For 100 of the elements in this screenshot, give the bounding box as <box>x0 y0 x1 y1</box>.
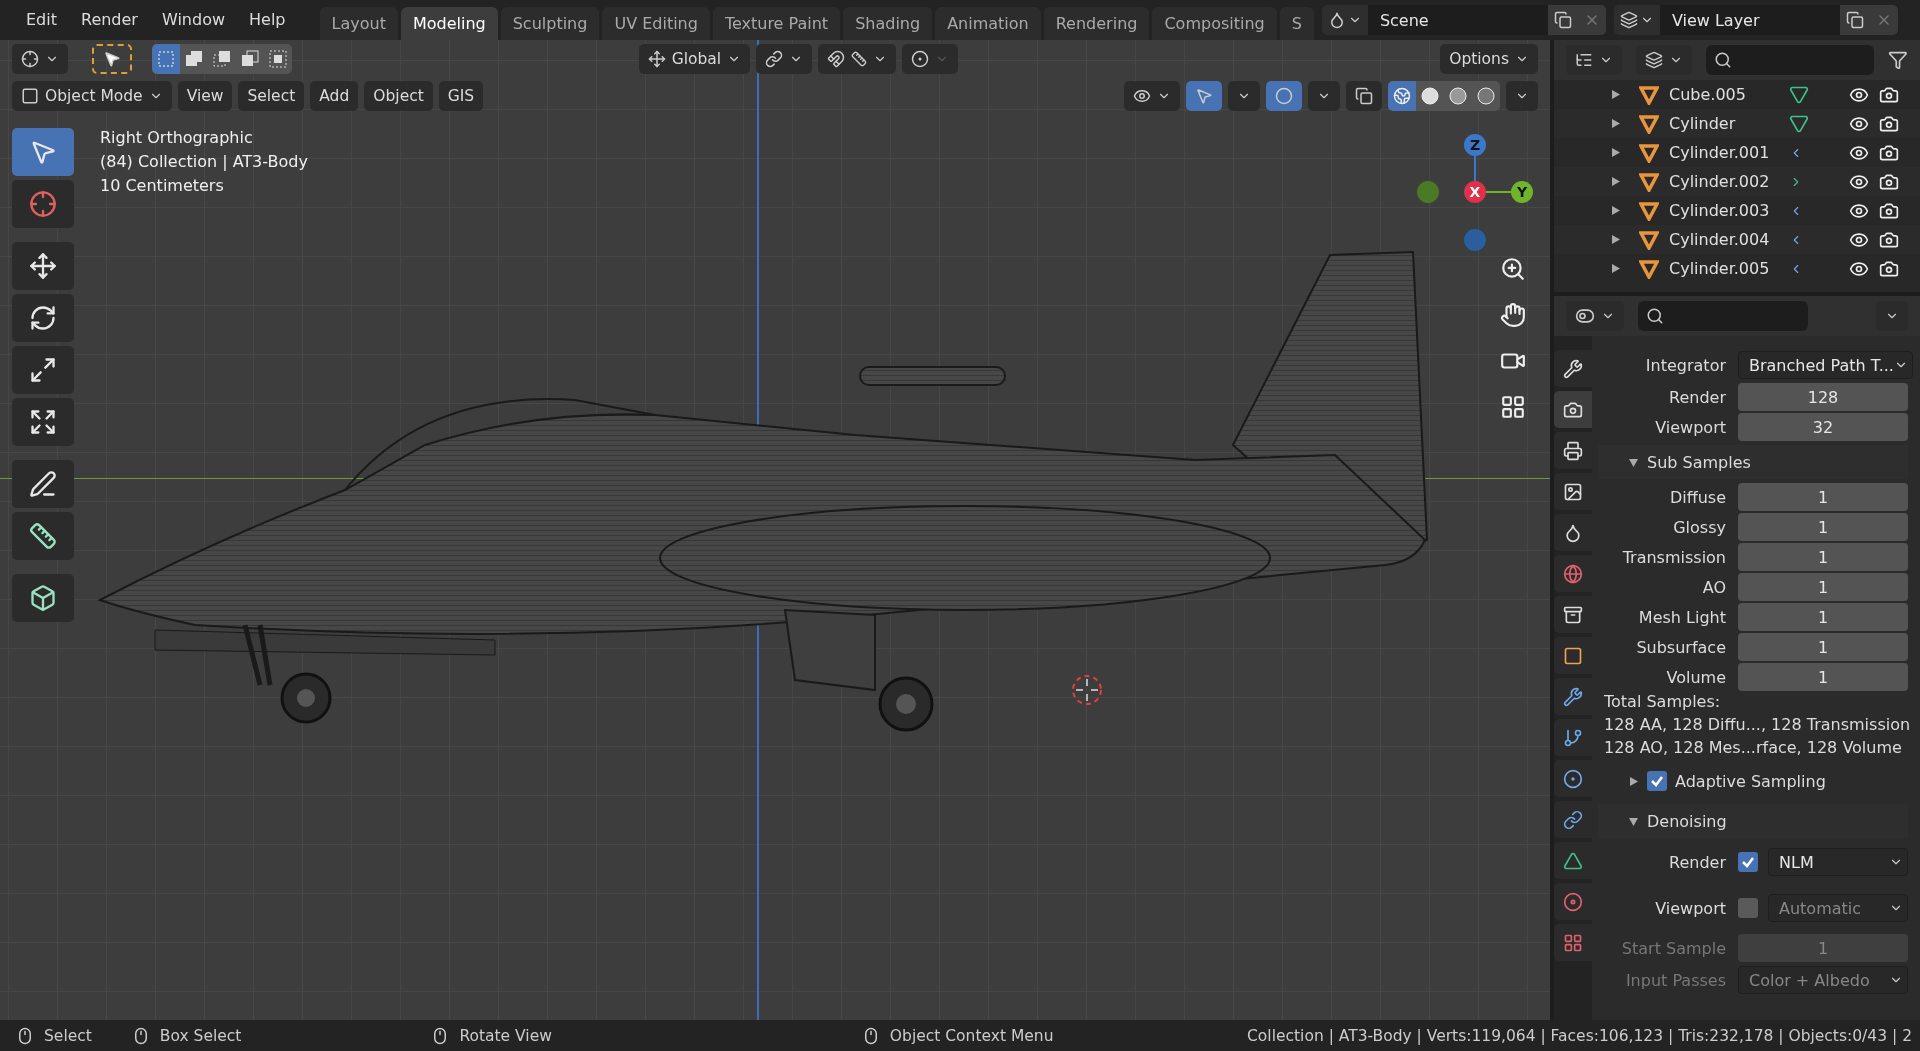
object-name[interactable]: Cylinder.002 <box>1669 172 1789 191</box>
workspace-tab[interactable]: Shading <box>843 7 933 40</box>
properties-tab[interactable] <box>1554 637 1592 674</box>
object-name[interactable]: Cylinder.005 <box>1669 259 1789 278</box>
workspace-tab[interactable]: UV Editing <box>602 7 710 40</box>
expand-arrow-icon[interactable] <box>1610 147 1621 158</box>
editor-type-dropdown[interactable] <box>1566 301 1624 331</box>
move-tool[interactable] <box>12 242 74 290</box>
properties-tab[interactable] <box>1554 514 1592 551</box>
number-field[interactable]: 32 <box>1738 413 1908 441</box>
collapse-arrow-icon[interactable] <box>1628 456 1639 468</box>
properties-tab[interactable] <box>1554 678 1592 715</box>
cursor-tool[interactable] <box>12 180 74 228</box>
collapse-arrow-icon[interactable] <box>1628 815 1639 827</box>
subpanel-title[interactable]: Adaptive Sampling <box>1675 771 1826 791</box>
checkbox[interactable] <box>1738 852 1758 872</box>
overlay-toggle[interactable] <box>1266 80 1302 111</box>
object-name[interactable]: Cube.005 <box>1669 85 1789 104</box>
properties-tab[interactable] <box>1554 801 1592 838</box>
workspace-tab[interactable]: Texture Paint <box>712 7 841 40</box>
properties-search-field[interactable] <box>1638 301 1808 331</box>
expand-arrow-icon[interactable] <box>1610 118 1621 129</box>
expand-arrow-icon[interactable] <box>1628 775 1639 787</box>
number-field[interactable]: 1 <box>1738 663 1908 691</box>
expand-arrow-icon[interactable] <box>1610 176 1621 187</box>
number-field[interactable]: 1 <box>1738 573 1908 601</box>
object-name[interactable]: Cylinder <box>1669 114 1789 133</box>
number-field[interactable]: 128 <box>1738 383 1908 411</box>
transform-tool[interactable] <box>12 398 74 446</box>
menu-item[interactable]: Edit <box>14 0 69 40</box>
object-name[interactable]: Cylinder.004 <box>1669 230 1789 249</box>
orientation-dropdown[interactable]: Global <box>638 43 751 74</box>
select-mode-button[interactable] <box>264 43 292 74</box>
mode-dropdown[interactable]: Object Mode <box>12 80 172 111</box>
number-field[interactable]: 1 <box>1738 513 1908 541</box>
axis-handle[interactable]: Z <box>1464 134 1486 156</box>
number-field[interactable]: 1 <box>1738 543 1908 571</box>
display-mode-dropdown[interactable] <box>1566 45 1622 75</box>
xray-toggle[interactable] <box>1346 80 1382 111</box>
viewport-menu[interactable]: GIS <box>438 80 484 111</box>
view-layer-type-button[interactable] <box>1613 5 1660 35</box>
duplicate-button[interactable] <box>1547 5 1578 35</box>
properties-tab[interactable] <box>1554 596 1592 633</box>
workspace-tab[interactable]: Rendering <box>1043 7 1150 40</box>
property-dropdown[interactable]: Branched Path T... <box>1738 351 1913 379</box>
workspace-tab[interactable]: Animation <box>935 7 1041 40</box>
viewport-menu[interactable]: Select <box>238 80 305 111</box>
properties-tab[interactable] <box>1554 432 1592 469</box>
select-mode-button[interactable] <box>152 43 180 74</box>
number-field[interactable]: 1 <box>1738 483 1908 511</box>
filter-icon[interactable] <box>1888 50 1908 70</box>
duplicate-button[interactable] <box>1839 5 1870 35</box>
number-field[interactable]: 1 <box>1738 633 1908 661</box>
menu-item[interactable]: Render <box>69 0 150 40</box>
number-field[interactable]: 1 <box>1738 603 1908 631</box>
pivot-dropdown[interactable] <box>12 43 68 74</box>
select-box-tool[interactable] <box>12 128 74 176</box>
object-name[interactable]: Cylinder.003 <box>1669 201 1789 220</box>
options-dropdown[interactable]: Options <box>1440 43 1538 74</box>
pivot-point-dropdown[interactable] <box>756 43 813 74</box>
snap-dropdown[interactable] <box>818 43 897 74</box>
measure-tool[interactable] <box>12 512 74 560</box>
add-cube-tool[interactable] <box>12 574 74 622</box>
properties-tab[interactable] <box>1554 719 1592 756</box>
properties-tab[interactable] <box>1554 842 1592 879</box>
expand-arrow-icon[interactable] <box>1610 234 1621 245</box>
checkbox[interactable] <box>1647 771 1667 791</box>
expand-arrow-icon[interactable] <box>1610 263 1621 274</box>
scene-field[interactable]: Scene <box>1367 5 1548 35</box>
workspace-tab[interactable]: Modeling <box>400 7 498 40</box>
gizmo-toggle[interactable] <box>1186 80 1222 111</box>
property-dropdown[interactable]: NLM <box>1768 848 1908 876</box>
workspace-tab[interactable]: Compositing <box>1152 7 1277 40</box>
object-name[interactable]: Cylinder.001 <box>1669 143 1789 162</box>
properties-tab[interactable] <box>1554 350 1592 387</box>
workspace-tab[interactable]: Sculpting <box>500 7 600 40</box>
scene-type-button[interactable] <box>1321 5 1368 35</box>
workspace-tab[interactable]: Layout <box>319 7 398 40</box>
rotate-tool[interactable] <box>12 294 74 342</box>
shading-mode-button[interactable] <box>1416 80 1444 111</box>
axis-handle[interactable]: Y <box>1511 181 1533 203</box>
viewport-menu[interactable]: Object <box>364 80 433 111</box>
view-layer-field[interactable]: View Layer <box>1659 5 1840 35</box>
menu-item[interactable]: Help <box>237 0 298 40</box>
scale-tool[interactable] <box>12 346 74 394</box>
outliner-search-field[interactable] <box>1706 45 1875 75</box>
expand-arrow-icon[interactable] <box>1610 205 1621 216</box>
shading-mode-button[interactable] <box>1388 80 1416 111</box>
viewport-menu[interactable]: Add <box>310 80 359 111</box>
select-mode-button[interactable] <box>180 43 208 74</box>
axis-handle[interactable]: X <box>1464 181 1486 203</box>
viewport-menu[interactable]: View <box>177 80 233 111</box>
workspace-tab[interactable]: S <box>1279 7 1314 40</box>
menu-item[interactable]: Window <box>149 0 238 40</box>
visibility-dropdown[interactable] <box>1124 80 1180 111</box>
view-layer-filter-dropdown[interactable] <box>1636 45 1692 75</box>
expand-arrow-icon[interactable] <box>1610 89 1621 100</box>
select-tool-button[interactable] <box>92 43 132 74</box>
properties-tab[interactable] <box>1554 391 1592 428</box>
annotate-tool[interactable] <box>12 460 74 508</box>
